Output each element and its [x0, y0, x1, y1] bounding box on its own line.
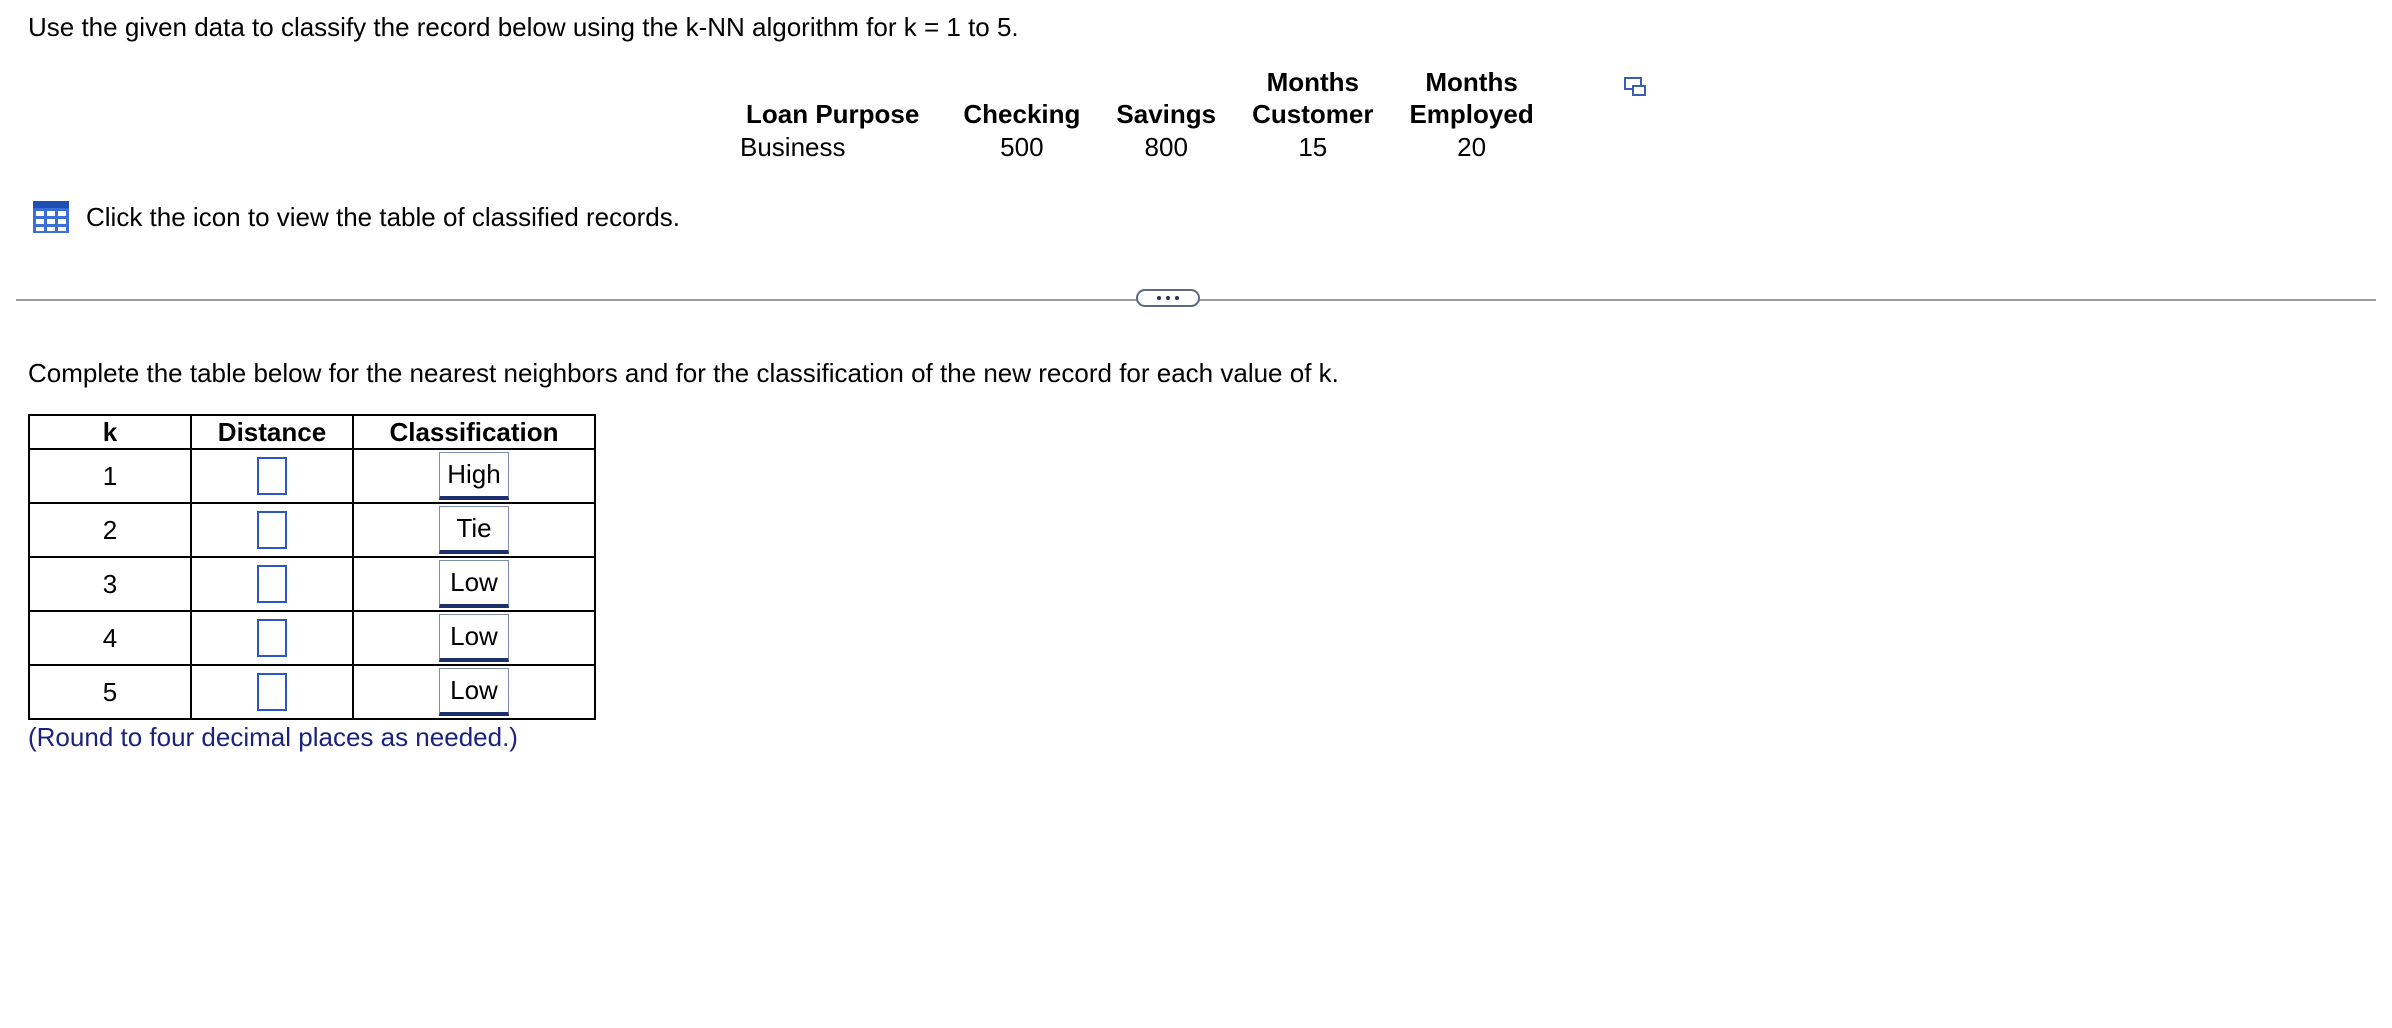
- classification-cell: Low: [352, 610, 596, 666]
- distance-cell: [190, 610, 354, 666]
- classification-dropdown[interactable]: Low: [439, 560, 509, 608]
- view-classified-records-link[interactable]: Click the icon to view the table of clas…: [32, 198, 680, 236]
- knn-answer-table: k Distance Classification 1 High 2 Tie 3…: [28, 414, 596, 720]
- header-months-customer-line2: Customer: [1252, 99, 1374, 129]
- classification-cell: Tie: [352, 502, 596, 558]
- value-checking: 500: [1000, 132, 1044, 162]
- classification-dropdown[interactable]: Tie: [439, 506, 509, 554]
- classification-cell: Low: [352, 556, 596, 612]
- distance-cell: [190, 448, 354, 504]
- expand-button[interactable]: [1136, 289, 1200, 307]
- distance-input[interactable]: [257, 673, 287, 711]
- distance-cell: [190, 556, 354, 612]
- header-savings: Savings: [1116, 99, 1217, 129]
- k-value: 4: [28, 610, 192, 666]
- distance-cell: [190, 664, 354, 720]
- k-value: 2: [28, 502, 192, 558]
- header-months-employed-line1: Months: [1425, 67, 1518, 97]
- k-value: 5: [28, 664, 192, 720]
- distance-input[interactable]: [257, 565, 287, 603]
- header-months-employed: Months Employed: [1391, 66, 1551, 130]
- copy-data-icon[interactable]: [1624, 76, 1648, 98]
- header-months-customer-line1: Months: [1266, 67, 1359, 97]
- ellipsis-icon-dot: [1166, 296, 1170, 300]
- ellipsis-icon-dot: [1157, 296, 1161, 300]
- k-value: 1: [28, 448, 192, 504]
- k-value: 3: [28, 556, 192, 612]
- header-checking: Checking: [963, 99, 1081, 129]
- ellipsis-icon-dot: [1175, 296, 1179, 300]
- table-row: 3 Low: [28, 556, 596, 612]
- question-intro: Use the given data to classify the recor…: [28, 12, 1019, 42]
- table-row: 4 Low: [28, 610, 596, 666]
- header-loan-purpose: Loan Purpose: [746, 99, 920, 129]
- classification-cell: Low: [352, 664, 596, 720]
- classification-dropdown[interactable]: Low: [439, 614, 509, 662]
- distance-input[interactable]: [257, 619, 287, 657]
- classification-dropdown[interactable]: High: [439, 452, 509, 500]
- knn-header-row: k Distance Classification: [28, 414, 596, 450]
- header-distance: Distance: [190, 414, 354, 450]
- header-months-customer: Months Customer: [1234, 66, 1391, 130]
- value-months-customer: 15: [1298, 132, 1328, 162]
- distance-input[interactable]: [257, 457, 287, 495]
- value-months-employed: 20: [1457, 132, 1487, 162]
- table-row: 1 High: [28, 448, 596, 504]
- distance-cell: [190, 502, 354, 558]
- new-record-value-row: Business 500 800 15 20: [728, 130, 1552, 164]
- classification-dropdown[interactable]: Low: [439, 668, 509, 716]
- value-savings: 800: [1144, 132, 1188, 162]
- new-record-header-row: Loan Purpose Checking Savings Months Cus…: [728, 66, 1552, 130]
- new-record-table: Loan Purpose Checking Savings Months Cus…: [728, 66, 1552, 164]
- distance-input[interactable]: [257, 511, 287, 549]
- table-row: 2 Tie: [28, 502, 596, 558]
- instruction-text: Complete the table below for the nearest…: [28, 358, 1339, 388]
- header-classification: Classification: [352, 414, 596, 450]
- view-classified-records-label: Click the icon to view the table of clas…: [86, 201, 680, 232]
- table-row: 5 Low: [28, 664, 596, 720]
- value-loan-purpose: Business: [740, 132, 846, 162]
- rounding-note: (Round to four decimal places as needed.…: [28, 722, 518, 752]
- header-k: k: [28, 414, 192, 450]
- header-months-employed-line2: Employed: [1409, 99, 1534, 129]
- table-grid-icon[interactable]: [32, 200, 70, 234]
- classification-cell: High: [352, 448, 596, 504]
